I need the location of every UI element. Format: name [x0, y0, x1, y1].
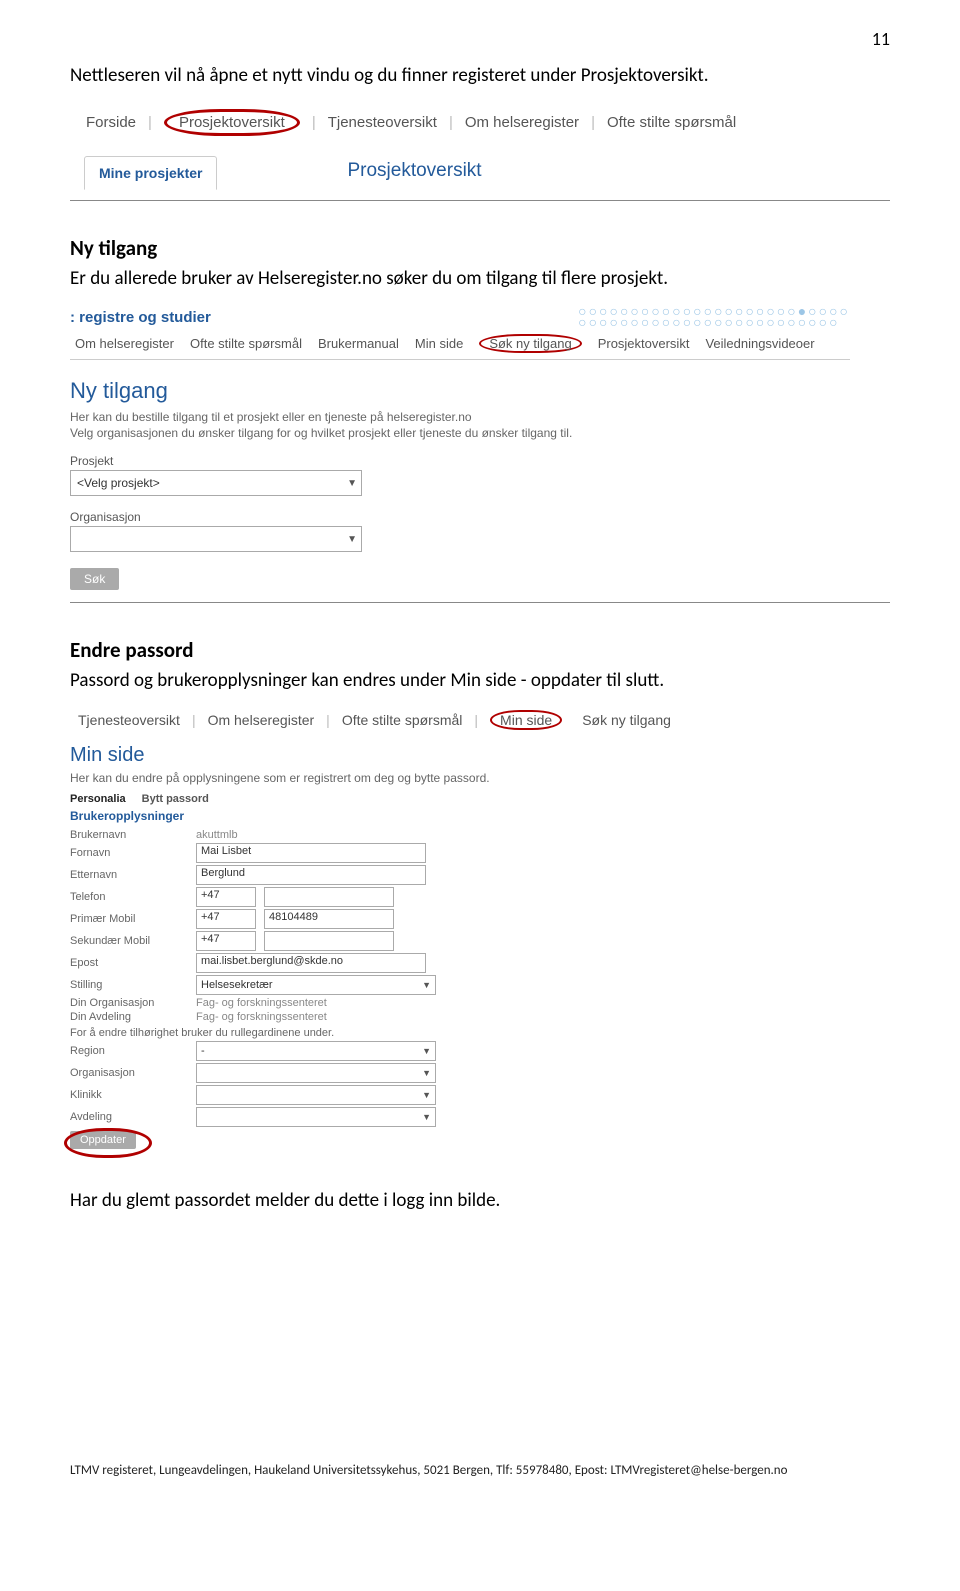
select-org[interactable]: ▼: [196, 1063, 436, 1083]
val-brukernavn: akuttmlb: [196, 829, 238, 841]
tab3-ofte-stilte[interactable]: Ofte stilte spørsmål: [334, 712, 471, 728]
top-tabs: Forside | Prosjektoversikt | Tjenesteove…: [70, 103, 850, 144]
shot3-tabs: Tjenesteoversikt| Om helseregister| Ofte…: [70, 708, 840, 736]
tab2-sok-ny-tilgang[interactable]: Søk ny tilgang: [474, 334, 586, 353]
tab-om-helseregister[interactable]: Om helseregister: [455, 112, 589, 133]
tab2-min-side[interactable]: Min side: [410, 336, 468, 351]
select-stilling[interactable]: Helsesekretær▼: [196, 975, 436, 995]
tab2-brukermanual[interactable]: Brukermanual: [313, 336, 404, 351]
endre-passord-text: Passord og brukeropplysninger kan endres…: [70, 669, 890, 692]
lbl-dinorg: Din Organisasjon: [70, 997, 188, 1009]
nytilgang-desc1: Her kan du bestille tilgang til et prosj…: [70, 410, 850, 424]
minside-desc: Her kan du endre på opplysningene som er…: [70, 771, 840, 785]
chevron-down-icon: ▼: [422, 1112, 431, 1122]
nytilgang-text: Er du allerede bruker av Helseregister.n…: [70, 267, 890, 290]
lbl-klinikk: Klinikk: [70, 1089, 188, 1101]
tab3-sok-ny-tilgang[interactable]: Søk ny tilgang: [574, 712, 679, 728]
input-primmob[interactable]: 48104489: [264, 909, 394, 929]
tab-prosjektoversikt[interactable]: Prosjektoversikt: [154, 107, 310, 138]
lbl-brukernavn: Brukernavn: [70, 829, 188, 841]
nytilgang-page-heading: Ny tilgang: [70, 360, 850, 408]
select-avdeling[interactable]: ▼: [196, 1107, 436, 1127]
shot2-tabs: Om helseregister Ofte stilte spørsmål Br…: [70, 328, 850, 360]
lbl-stilling: Stilling: [70, 979, 188, 991]
sok-button[interactable]: Søk: [70, 568, 119, 590]
page-number: 11: [872, 28, 890, 50]
input-telefon[interactable]: [264, 887, 394, 907]
input-sekmob-prefix[interactable]: +47: [196, 931, 256, 951]
tab2-ofte-stilte[interactable]: Ofte stilte spørsmål: [185, 336, 307, 351]
tab2-om-helseregister[interactable]: Om helseregister: [70, 336, 179, 351]
lbl-avdeling: Avdeling: [70, 1111, 188, 1123]
input-etternavn[interactable]: Berglund: [196, 865, 426, 885]
highlight-circle-icon: Søk ny tilgang: [479, 334, 581, 353]
divider: [70, 602, 890, 603]
lbl-epost: Epost: [70, 957, 188, 969]
chevron-down-icon: ▼: [422, 1046, 431, 1056]
prosjektoversikt-heading: Prosjektoversikt: [347, 160, 481, 182]
tab3-tjenesteoversikt[interactable]: Tjenesteoversikt: [70, 712, 188, 728]
tab3-min-side[interactable]: Min side: [482, 710, 570, 730]
input-primmob-prefix[interactable]: +47: [196, 909, 256, 929]
section-heading-endre-passord: Endre passord: [70, 637, 890, 663]
divider: [70, 200, 890, 201]
val-dinorg: Fag- og forskningssenteret: [196, 997, 327, 1009]
select-region[interactable]: -▼: [196, 1041, 436, 1061]
select-prosjekt[interactable]: <Velg prosjekt> ▼: [70, 470, 362, 496]
tab-personalia[interactable]: Personalia: [70, 793, 126, 805]
registre-studier-label: : registre og studier: [70, 307, 211, 328]
lbl-etternavn: Etternavn: [70, 869, 188, 881]
minside-heading: Min side: [70, 736, 840, 769]
label-prosjekt: Prosjekt: [70, 454, 850, 468]
intro-paragraph: Nettleseren vil nå åpne et nytt vindu og…: [70, 64, 890, 87]
tab-ofte-stilte[interactable]: Ofte stilte spørsmål: [597, 112, 746, 133]
screenshot-2: : registre og studier ○○○○○○○○○○○○○○○○○○…: [70, 306, 850, 590]
footer-text: LTMV registeret, Lungeavdelingen, Haukel…: [70, 1463, 788, 1478]
select-klinikk[interactable]: ▼: [196, 1085, 436, 1105]
chevron-down-icon: ▼: [422, 980, 431, 990]
chevron-down-icon: ▼: [422, 1090, 431, 1100]
tab-tjenesteoversikt[interactable]: Tjenesteoversikt: [318, 112, 447, 133]
tab-mine-prosjekter[interactable]: Mine prosjekter: [84, 156, 217, 190]
input-fornavn[interactable]: Mai Lisbet: [196, 843, 426, 863]
tab2-prosjektoversikt[interactable]: Prosjektoversikt: [593, 336, 695, 351]
lbl-region: Region: [70, 1045, 188, 1057]
tab2-veiledningsvideoer[interactable]: Veiledningsvideoer: [700, 336, 819, 351]
closing-paragraph: Har du glemt passordet melder du dette i…: [70, 1189, 890, 1212]
lbl-sekmob: Sekundær Mobil: [70, 935, 188, 947]
input-telefon-prefix[interactable]: +47: [196, 887, 256, 907]
highlight-circle-icon: Min side: [490, 710, 562, 730]
input-epost[interactable]: mai.lisbet.berglund@skde.no: [196, 953, 426, 973]
lbl-dinavd: Din Avdeling: [70, 1011, 188, 1023]
lbl-org: Organisasjon: [70, 1067, 188, 1079]
label-organisasjon: Organisasjon: [70, 510, 850, 524]
input-sekmob[interactable]: [264, 931, 394, 951]
tab-forside[interactable]: Forside: [76, 112, 146, 133]
tilhorighet-note: For å endre tilhørighet bruker du rulleg…: [70, 1027, 840, 1039]
chevron-down-icon: ▼: [347, 478, 357, 489]
chevron-down-icon: ▼: [422, 1068, 431, 1078]
brukeropplysninger-heading: Brukeropplysninger: [70, 807, 840, 827]
highlight-circle-icon: [64, 1128, 152, 1158]
dots-decoration: ○○○○○○○○○○○○○○○○○○○○○●○○○○○○○○○○○○○○○○○○…: [458, 306, 850, 328]
highlight-circle-icon: Prosjektoversikt: [164, 109, 300, 136]
tab-bytt-passord[interactable]: Bytt passord: [142, 793, 209, 805]
lbl-fornavn: Fornavn: [70, 847, 188, 859]
lbl-telefon: Telefon: [70, 891, 188, 903]
val-dinavd: Fag- og forskningssenteret: [196, 1011, 327, 1023]
nytilgang-desc2: Velg organisasjonen du ønsker tilgang fo…: [70, 426, 850, 440]
screenshot-3: Tjenesteoversikt| Om helseregister| Ofte…: [70, 708, 840, 1159]
lbl-primmob: Primær Mobil: [70, 913, 188, 925]
tab3-om-helseregister[interactable]: Om helseregister: [200, 712, 323, 728]
section-heading-nytilgang: Ny tilgang: [70, 235, 890, 261]
chevron-down-icon: ▼: [347, 534, 357, 545]
screenshot-1: Forside | Prosjektoversikt | Tjenesteove…: [70, 103, 850, 188]
select-organisasjon[interactable]: ▼: [70, 526, 362, 552]
